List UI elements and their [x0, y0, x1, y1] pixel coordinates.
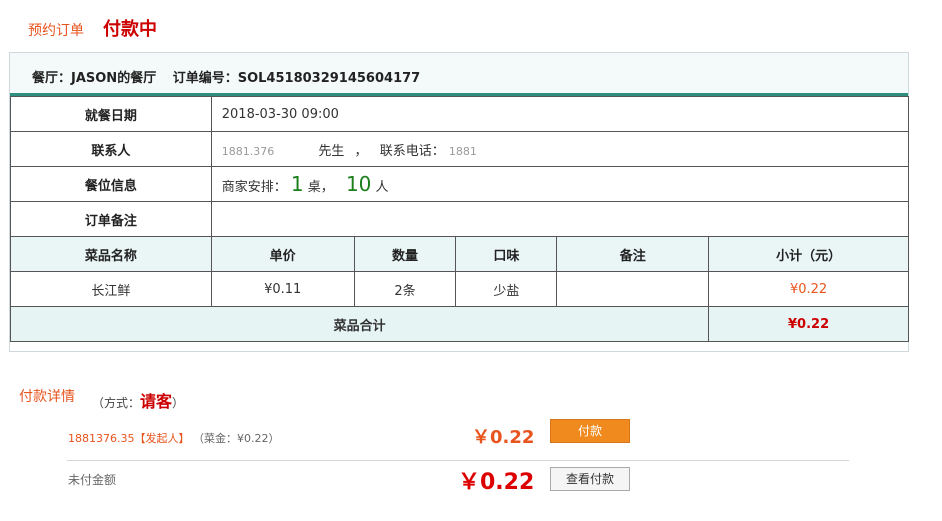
restaurant-name: 餐厅：JASON的餐厅: [32, 71, 157, 86]
payer-amount: ￥0.22: [472, 427, 535, 448]
dish-note: [556, 271, 710, 307]
remark-label: 订单备注: [10, 201, 212, 237]
contact-sep: ，: [354, 143, 368, 159]
dish-qty: 2条: [353, 271, 457, 307]
page-title: 预约订单: [28, 23, 84, 39]
dishes-header-row: 菜品名称 单价 数量 口味 备注 小计（元）: [10, 236, 909, 272]
dish-taste: 少盐: [455, 271, 558, 307]
payment-method-suffix: ）: [172, 396, 185, 410]
phone-label: 联系电话：: [379, 143, 445, 159]
dish-name: 长江鲜: [10, 271, 212, 307]
payment-method: （方式：请客）: [92, 388, 184, 412]
contact-name: 1881.376: [221, 144, 275, 158]
col-price: 单价: [210, 236, 355, 272]
payer-phone: 1881376.35: [68, 432, 135, 445]
dish-subtotal: ¥0.22: [708, 271, 909, 307]
payment-title: 付款详情: [19, 389, 75, 405]
payer-role: 【发起人】: [134, 432, 190, 445]
unpaid-label: 未付金额: [68, 473, 117, 487]
remark-value: [210, 201, 910, 237]
people-count: 10: [345, 172, 372, 196]
contact-label: 联系人: [10, 131, 212, 167]
payment-method-value: 请客: [140, 392, 173, 411]
seat-label: 餐位信息: [10, 166, 212, 202]
dining-date-label: 就餐日期: [10, 96, 212, 132]
total-row: 菜品合计 ¥0.22: [9, 306, 909, 342]
seat-value: 商家安排： 1 桌， 10 人: [210, 166, 910, 202]
payer-detail: （菜金：¥0.22）: [192, 432, 280, 445]
payment-method-prefix: （方式：: [92, 396, 141, 410]
order-panel-header: 餐厅：JASON的餐厅 订单编号：SOL45180329145604177: [10, 53, 908, 96]
dish-price: ¥0.11: [210, 271, 355, 307]
unpaid-amount: ￥0.22: [458, 470, 535, 495]
table-row: 长江鲜 ¥0.11 2条 少盐 ¥0.22: [10, 271, 909, 307]
divider: [67, 460, 849, 461]
contact-title: 先生: [318, 143, 345, 159]
people-unit: 人: [375, 180, 389, 195]
table-count: 1: [290, 172, 304, 196]
order-panel: 餐厅：JASON的餐厅 订单编号：SOL45180329145604177 就餐…: [9, 52, 910, 352]
dining-date-value: 2018-03-30 09:00: [210, 96, 910, 132]
col-dish-name: 菜品名称: [10, 236, 212, 272]
pay-button[interactable]: 付款: [550, 419, 630, 443]
order-number: 订单编号：SOL45180329145604177: [172, 71, 421, 86]
contact-value: 1881.376 先生 ， 联系电话： 1881: [210, 131, 910, 167]
order-info-table: 就餐日期 2018-03-30 09:00 联系人 1881.376 先生 ， …: [9, 96, 910, 342]
col-taste: 口味: [455, 236, 558, 272]
order-status: 付款中: [103, 19, 157, 40]
col-subtotal: 小计（元）: [708, 236, 909, 272]
total-value: ¥0.22: [708, 306, 909, 342]
total-label: 菜品合计: [9, 306, 710, 342]
col-qty: 数量: [353, 236, 457, 272]
table-unit: 桌，: [307, 180, 334, 195]
view-payment-button[interactable]: 查看付款: [550, 467, 630, 491]
col-note: 备注: [556, 236, 710, 272]
seat-prefix: 商家安排：: [221, 180, 287, 195]
payer-info: 1881376.35【发起人】 （菜金：¥0.22）: [68, 430, 279, 446]
phone-value: 1881: [448, 144, 477, 158]
